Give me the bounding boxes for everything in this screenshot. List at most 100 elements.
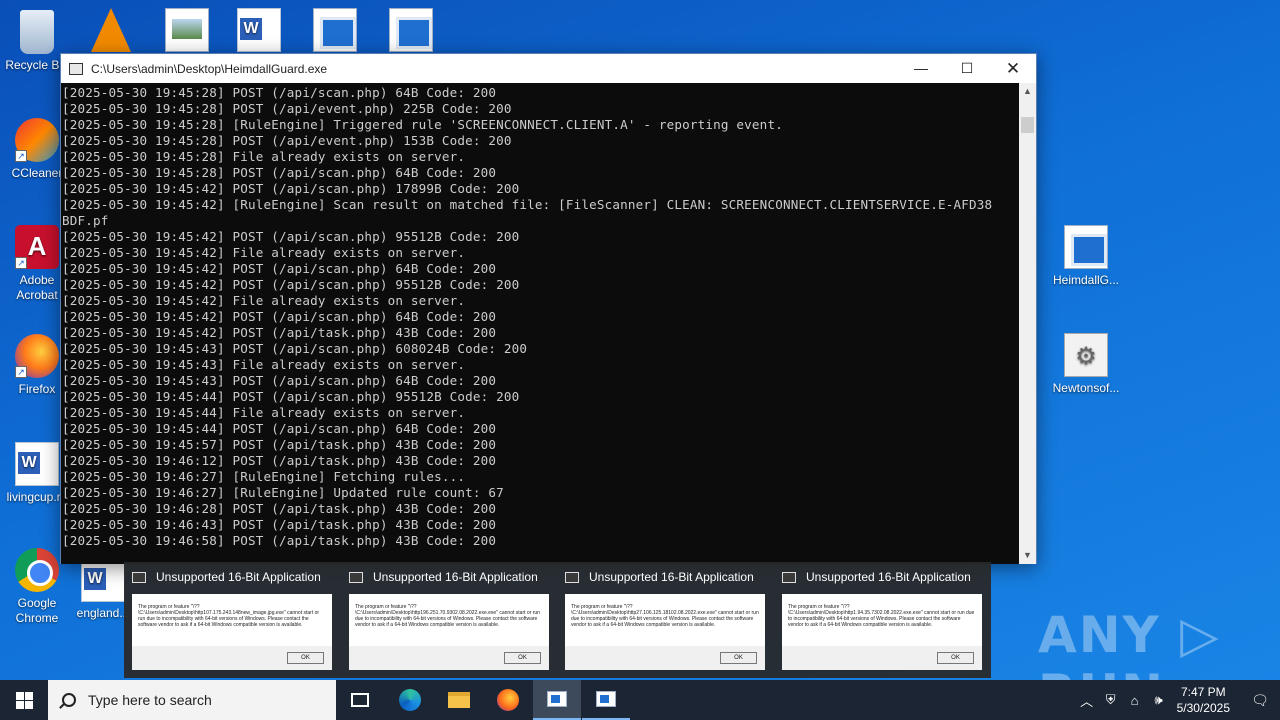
thumbnail-preview: The program or feature "\??\C:\Users\adm… [782,594,982,670]
thumbnail-window[interactable]: Unsupported 16-Bit Application The progr… [557,562,774,678]
thumbnail-title: Unsupported 16-Bit Application [589,570,754,584]
console-line: [2025-05-30 19:45:42] POST (/api/scan.ph… [62,277,520,292]
word-document-icon [237,8,281,52]
minimize-button[interactable]: — [898,54,944,83]
desktop-icon-word-doc[interactable] [222,8,296,56]
shortcut-arrow-icon: ↗ [15,150,27,162]
recycle-bin-icon [20,10,54,54]
console-line: [2025-05-30 19:46:58] POST (/api/task.ph… [62,533,497,548]
thumbnail-window[interactable]: Unsupported 16-Bit Application The progr… [124,562,341,678]
dialog-message: The program or feature "\??\C:\Users\adm… [571,604,759,628]
console-line: [2025-05-30 19:45:43] File already exist… [62,357,466,372]
console-line: [2025-05-30 19:45:28] POST (/api/scan.ph… [62,85,497,100]
task-view-icon [351,693,369,707]
ccleaner-icon: ↗ [15,118,59,162]
volume-icon[interactable]: 🕪 [1147,692,1171,708]
ok-button: OK [937,652,974,664]
security-icon[interactable]: ⛨ [1099,692,1123,708]
taskbar-file-explorer-button[interactable] [435,680,483,720]
clock-time: 7:47 PM [1180,685,1226,699]
console-line: [2025-05-30 19:45:42] File already exist… [62,293,466,308]
console-line: [2025-05-30 19:45:42] POST (/api/task.ph… [62,325,497,340]
thumbnail-preview: The program or feature "\??\C:\Users\adm… [349,594,549,670]
console-line: [2025-05-30 19:46:27] [RuleEngine] Updat… [62,485,504,500]
task-view-button[interactable] [336,680,384,720]
console-line: [2025-05-30 19:45:28] POST (/api/event.p… [62,101,512,116]
app-window-icon [547,691,567,707]
console-line: [2025-05-30 19:45:42] POST (/api/scan.ph… [62,229,520,244]
image-file-icon [165,8,209,52]
exe-window-icon [313,8,357,52]
scroll-up-arrow-icon[interactable]: ▲ [1019,83,1036,100]
clock[interactable]: 7:47 PM 5/30/2025 [1177,684,1230,716]
thumbnail-title: Unsupported 16-Bit Application [156,570,321,584]
console-line: [2025-05-30 19:45:57] POST (/api/task.ph… [62,437,497,452]
vlc-icon [91,8,131,52]
taskbar-console-button[interactable] [533,680,581,720]
dialog-message: The program or feature "\??\C:\Users\adm… [788,604,975,628]
console-line: [2025-05-30 19:46:12] POST (/api/task.ph… [62,453,497,468]
console-line: [2025-05-30 19:45:43] POST (/api/scan.ph… [62,341,528,356]
taskbar-search-box[interactable]: Type here to search [48,680,336,720]
desktop-icon-image[interactable] [150,8,224,56]
folder-icon [448,692,470,708]
chevron-up-icon[interactable]: ︿ [1075,691,1099,710]
scroll-down-arrow-icon[interactable]: ▼ [1019,547,1036,564]
taskbar-edge-button[interactable] [386,680,434,720]
app-window-icon [349,571,363,583]
desktop-icon-exe-1[interactable] [298,8,372,56]
desktop-icon-label: Google Chrome [15,596,59,625]
scrollbar-thumb[interactable] [1021,117,1034,133]
maximize-button[interactable]: ☐ [944,54,990,83]
close-button[interactable]: ✕ [990,54,1036,83]
console-line: [2025-05-30 19:45:42] [RuleEngine] Scan … [62,197,993,212]
console-line: [2025-05-30 19:45:28] POST (/api/event.p… [62,133,512,148]
app-window-icon [132,571,146,583]
ok-button: OK [504,652,541,664]
edge-icon [399,689,421,711]
console-line: [2025-05-30 19:45:44] POST (/api/scan.ph… [62,421,497,436]
taskbar: Type here to search ︿ ⛨ ⌂ 🕪 7:47 PM 5/30… [0,680,1280,720]
network-icon[interactable]: ⌂ [1123,693,1147,708]
settings-file-icon [1064,333,1108,377]
start-button[interactable] [0,680,48,720]
clock-date: 5/30/2025 [1176,701,1230,715]
desktop-icon-newtonsoft[interactable]: Newtonsof... [1049,333,1123,396]
console-output[interactable]: [2025-05-30 19:45:28] POST (/api/scan.ph… [61,83,1019,564]
console-line: [2025-05-30 19:45:43] POST (/api/scan.ph… [62,373,497,388]
console-line: [2025-05-30 19:45:44] POST (/api/scan.ph… [62,389,520,404]
exe-window-icon [1064,225,1108,269]
console-app-icon [69,62,83,75]
console-line: [2025-05-30 19:45:42] POST (/api/scan.ph… [62,309,497,324]
console-line: [2025-05-30 19:45:28] [RuleEngine] Trigg… [62,117,783,132]
desktop-icon-exe-2[interactable] [374,8,448,56]
shortcut-arrow-icon: ↗ [15,257,27,269]
console-line: [2025-05-30 19:45:28] File already exist… [62,149,466,164]
word-document-icon [81,558,125,602]
word-document-icon [15,442,59,486]
thumbnail-window[interactable]: Unsupported 16-Bit Application The progr… [341,562,558,678]
thumbnail-title: Unsupported 16-Bit Application [373,570,538,584]
console-line: [2025-05-30 19:46:27] [RuleEngine] Fetch… [62,469,466,484]
desktop-icon-heimdallguard[interactable]: HeimdallG... [1049,225,1123,288]
taskbar-firefox-button[interactable] [484,680,532,720]
desktop-icon-vlc[interactable] [74,8,148,56]
taskbar-app-button[interactable] [582,680,630,720]
window-title: C:\Users\admin\Desktop\HeimdallGuard.exe [91,61,328,76]
title-bar[interactable]: C:\Users\admin\Desktop\HeimdallGuard.exe… [61,54,1036,83]
ok-button: OK [720,652,757,664]
thumbnail-preview: The program or feature "\??\C:\Users\adm… [565,594,765,670]
thumbnail-window[interactable]: Unsupported 16-Bit Application The progr… [774,562,991,678]
notification-icon[interactable]: 🗨 [1240,692,1280,709]
console-line: [2025-05-30 19:45:42] POST (/api/scan.ph… [62,261,497,276]
dialog-message: The program or feature "\??\C:\Users\adm… [355,604,540,628]
console-line: [2025-05-30 19:45:42] File already exist… [62,245,466,260]
console-line: [2025-05-30 19:46:28] POST (/api/task.ph… [62,501,497,516]
console-window[interactable]: C:\Users\admin\Desktop\HeimdallGuard.exe… [60,53,1037,564]
windows-logo-icon [16,692,24,700]
chrome-icon [15,548,59,592]
desktop-icon-label: HeimdallG... [1052,273,1120,287]
taskbar-thumbnail-popup: Unsupported 16-Bit Application The progr… [124,562,991,678]
vertical-scrollbar[interactable]: ▲ ▼ [1019,83,1036,564]
ok-button: OK [287,652,324,664]
